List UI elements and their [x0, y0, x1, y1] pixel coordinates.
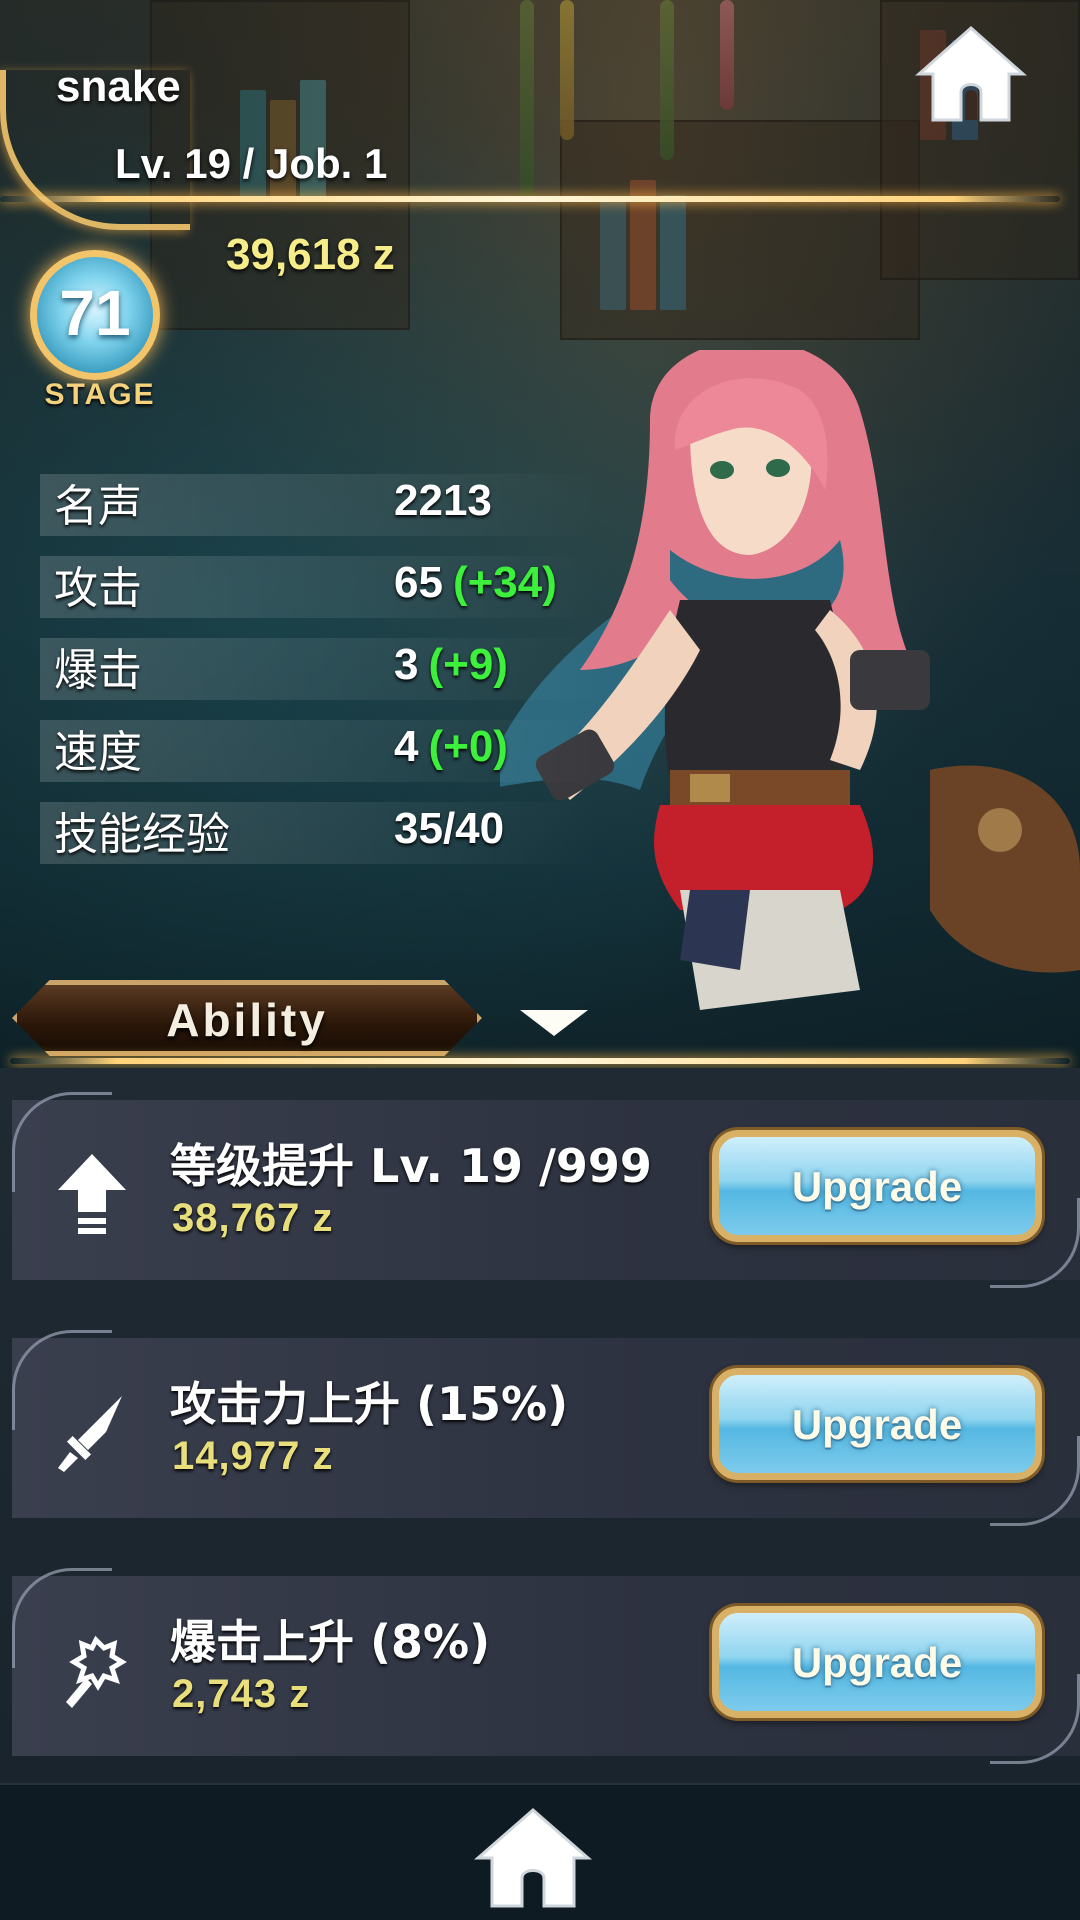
stat-value: 2213: [394, 476, 492, 526]
player-level: Lv. 19 / Job. 1: [115, 140, 388, 187]
stat-value: 65 (+34): [394, 558, 557, 608]
upgrade-button-label: Upgrade: [791, 1163, 963, 1210]
upgrade-button-label: Upgrade: [791, 1639, 963, 1686]
home-icon[interactable]: [474, 1806, 592, 1910]
stat-label: 爆击: [54, 645, 142, 696]
stat-value-base: 65: [394, 558, 443, 607]
stat-bonus: (+0): [428, 722, 508, 771]
stat-label: 速度: [54, 727, 142, 778]
stat-label: 技能经验: [54, 809, 230, 860]
header-divider: [0, 196, 1060, 202]
zeny-balance: 39,618 z: [226, 230, 395, 279]
stage-label: STAGE: [44, 378, 156, 411]
sword-icon: [58, 1396, 122, 1472]
tab-ability-label[interactable]: Ability: [12, 993, 482, 1047]
stat-row-attack: 攻击 65 (+34): [40, 548, 600, 630]
stat-value: 4 (+0): [394, 722, 508, 772]
stat-bonus: (+9): [428, 640, 508, 689]
upgrade-cost: 14,977 z: [172, 1434, 334, 1478]
stat-value-base: 35/40: [394, 804, 505, 853]
stats-list: 名声 2213 攻击 65 (+34) 爆击 3 (+9) 速度 4 (+0) 技能经…: [40, 466, 600, 876]
upgrade-title: 攻击力上升 (15%): [170, 1377, 569, 1431]
upgrade-card-level: 等级提升 Lv. 19 /999 38,767 z Upgrade: [12, 1092, 1080, 1288]
stat-row-speed: 速度 4 (+0): [40, 712, 600, 794]
stage-number: 71: [59, 277, 131, 349]
upgrade-button-label: Upgrade: [791, 1401, 963, 1448]
tab-dropdown-arrow-icon[interactable]: [520, 1010, 588, 1036]
stat-row-crit: 爆击 3 (+9): [40, 630, 600, 712]
stat-value: 3 (+9): [394, 640, 508, 690]
stat-value: 35/40: [394, 804, 504, 854]
upgrade-title: 爆击上升 (8%): [170, 1615, 491, 1669]
upgrade-card-attack: 攻击力上升 (15%) 14,977 z Upgrade: [12, 1330, 1080, 1526]
stat-value-base: 3: [394, 640, 419, 689]
upgrade-cost: 38,767 z: [172, 1196, 334, 1240]
upgrade-button[interactable]: Upgrade: [712, 1606, 1042, 1718]
upgrade-button[interactable]: Upgrade: [712, 1368, 1042, 1480]
stat-value-base: 4: [394, 722, 419, 771]
upgrade-card-crit: 爆击上升 (8%) 2,743 z Upgrade: [12, 1568, 1080, 1764]
upgrade-cost: 2,743 z: [172, 1672, 311, 1716]
stat-value-base: 2213: [394, 476, 492, 525]
upgrade-button[interactable]: Upgrade: [712, 1130, 1042, 1242]
arrow-up-icon: [58, 1154, 126, 1234]
stat-bonus: (+34): [452, 558, 557, 607]
crit-hit-icon: [66, 1635, 127, 1708]
player-name: snake: [56, 62, 181, 111]
tab-divider: [10, 1058, 1070, 1064]
stat-label: 攻击: [54, 563, 142, 614]
stat-row-skill-exp: 技能经验 35/40: [40, 794, 600, 876]
home-icon[interactable]: [915, 24, 1027, 124]
stat-label: 名声: [54, 481, 142, 532]
upgrade-title: 等级提升 Lv. 19 /999: [170, 1139, 652, 1193]
stat-row-fame: 名声 2213: [40, 466, 600, 548]
